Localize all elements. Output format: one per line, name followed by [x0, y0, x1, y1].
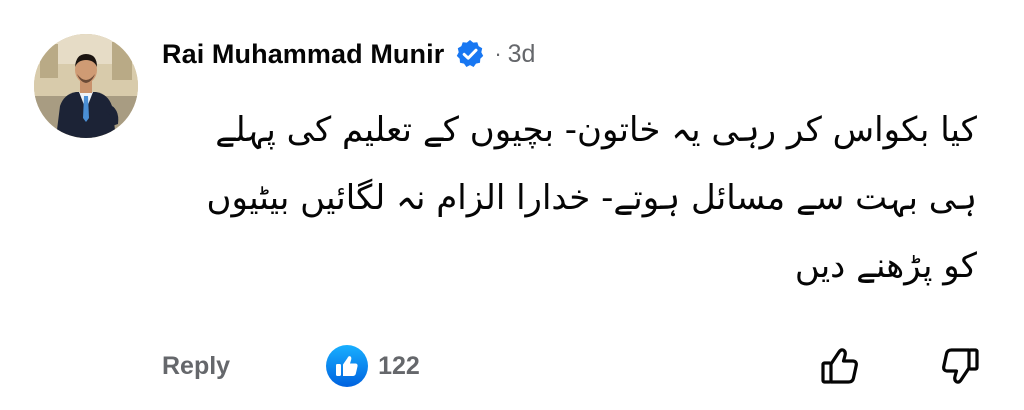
- thumbs-up-icon[interactable]: [816, 342, 864, 390]
- reaction-count[interactable]: 122: [378, 352, 420, 381]
- author-name[interactable]: Rai Muhammad Munir: [162, 39, 444, 70]
- avatar[interactable]: [34, 34, 138, 138]
- like-reaction-icon[interactable]: [326, 345, 369, 387]
- reply-button[interactable]: Reply: [162, 352, 230, 381]
- comment-actions: Reply 122: [162, 344, 420, 388]
- comment-header: Rai Muhammad Munir · 3d: [162, 34, 535, 74]
- thumbs-down-icon[interactable]: [936, 342, 984, 390]
- comment: Rai Muhammad Munir · 3d کیا بکواس کر رہی…: [0, 0, 1024, 410]
- timestamp[interactable]: 3d: [508, 40, 536, 69]
- comment-text: کیا بکواس کر رہی یہ خاتون- بچیوں کے تعلی…: [206, 110, 977, 286]
- separator-dot: ·: [494, 41, 502, 66]
- verified-badge-icon: [454, 38, 486, 70]
